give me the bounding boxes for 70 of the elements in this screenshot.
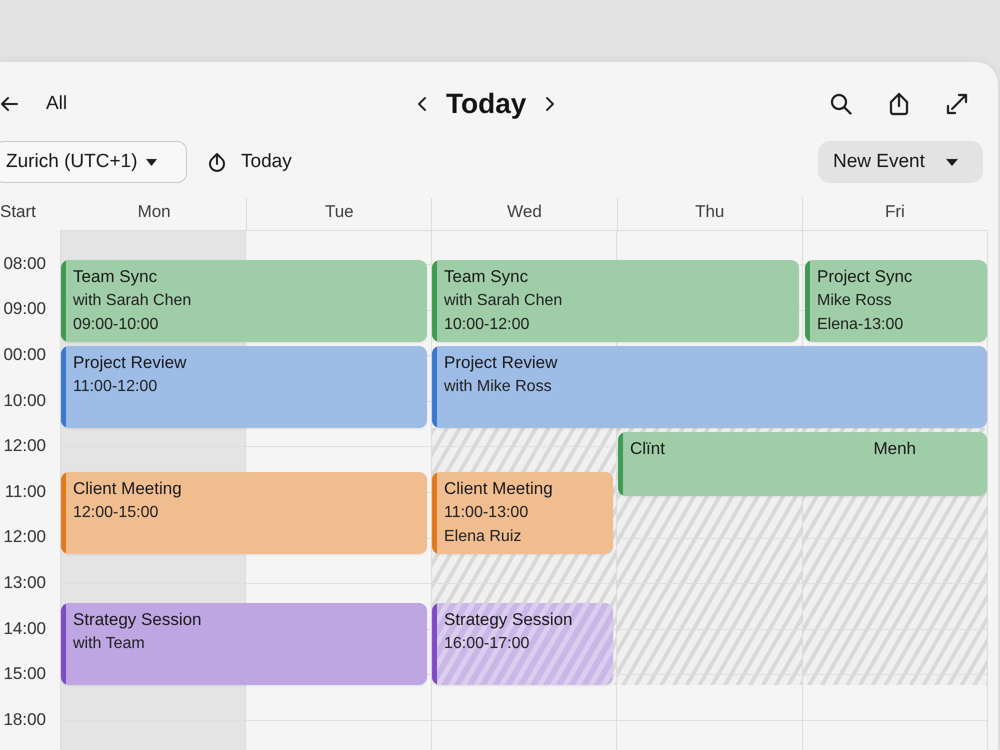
event-detail: 12:00-15:00: [73, 503, 160, 523]
event-title: Client Meeting: [73, 478, 183, 500]
event-card[interactable]: Client Meeting 11:00-13:00 Elena Ruiz: [432, 472, 613, 554]
day-header: Mon: [136, 201, 172, 223]
event-title: Team Sync: [73, 266, 158, 288]
column-header: Start: [0, 202, 36, 221]
event-detail: with Mike Ross: [444, 377, 553, 397]
search-button[interactable]: [830, 93, 852, 115]
event-detail: with Team: [73, 634, 146, 654]
event-detail: 16:00-17:00: [444, 634, 530, 654]
event-detail: Mike Ross: [817, 291, 893, 311]
share-icon: [888, 92, 910, 116]
back-arrow-icon: [0, 96, 18, 112]
search-icon: [830, 93, 852, 115]
event-title: Project Sync: [817, 266, 914, 288]
time-label: 12:00: [3, 526, 46, 548]
day-header: Tue: [246, 198, 432, 230]
event-title: Project Review: [444, 352, 558, 374]
event-card[interactable]: Project Review with Mike Ross: [432, 346, 987, 428]
expand-icon: [946, 93, 968, 115]
event-card[interactable]: Project Sync Mike Ross Elena-13:00: [805, 260, 987, 342]
event-detail: 11:00-13:00: [444, 503, 530, 523]
time-label: 12:00: [3, 435, 46, 458]
caret-icon: [946, 158, 958, 166]
time-label: 09:00: [3, 298, 46, 320]
caret-icon: [146, 158, 158, 166]
event-card[interactable]: Team Sync with Sarah Chen 10:00-12:00: [432, 260, 799, 342]
event-detail: Elena Ruiz: [444, 527, 522, 547]
event-detail: 10:00-12:00: [444, 315, 530, 335]
event-title: Strategy Session: [73, 609, 203, 631]
day-header: Wed: [431, 198, 617, 230]
event-card[interactable]: Team Sync with Sarah Chen 09:00-10:00: [61, 260, 427, 342]
time-label: 08:00: [3, 252, 46, 275]
today-button[interactable]: Today: [207, 150, 292, 174]
event-card[interactable]: Strategy Session 16:00-17:00: [432, 603, 613, 685]
expand-button[interactable]: [946, 93, 968, 115]
event-title: Team Sync: [444, 266, 530, 288]
back-button[interactable]: All: [0, 92, 68, 116]
day-header: Thu: [616, 198, 802, 230]
timezone-select[interactable]: Zurich (UTC+1): [0, 141, 187, 183]
arrow-circle-icon: [207, 152, 227, 172]
time-label: 15:00: [3, 663, 46, 686]
time-label: 10:00: [3, 390, 46, 412]
day-header: Fri: [802, 198, 988, 230]
time-label: 00:00: [3, 344, 46, 366]
event-title: Strategy Session: [444, 609, 574, 631]
chevron-right-icon: [545, 96, 556, 112]
chevron-left-icon: [417, 96, 427, 112]
event-detail: Menh: [873, 438, 916, 460]
new-event-button[interactable]: New Event: [818, 141, 983, 183]
event-detail: 11:00-12:00: [73, 377, 158, 397]
event-title: Project Review: [73, 352, 188, 374]
previous-button[interactable]: [417, 96, 427, 112]
event-detail: with Sarah Chen: [73, 291, 192, 311]
time-label: 13:00: [3, 572, 46, 594]
event-card[interactable]: Strategy Session with Team: [61, 603, 427, 685]
time-label: 11:00: [4, 480, 46, 503]
event-detail: 09:00-10:00: [73, 315, 160, 335]
time-label: 18:00: [3, 708, 46, 731]
event-title: Client Meeting: [444, 478, 554, 500]
time-label: 14:00: [3, 618, 46, 640]
share-button[interactable]: [888, 92, 910, 116]
event-card[interactable]: Client Meeting 12:00-15:00: [61, 472, 427, 554]
event-detail: with Sarah Chen: [444, 291, 564, 311]
event-detail: Elena-13:00: [817, 315, 904, 335]
event-card[interactable]: Project Review 11:00-12:00: [61, 346, 427, 428]
next-button[interactable]: [545, 96, 556, 112]
view-title: Today: [446, 87, 526, 121]
event-title: Clïnt: [630, 438, 665, 460]
event-card[interactable]: Clïnt Menh: [618, 432, 987, 496]
